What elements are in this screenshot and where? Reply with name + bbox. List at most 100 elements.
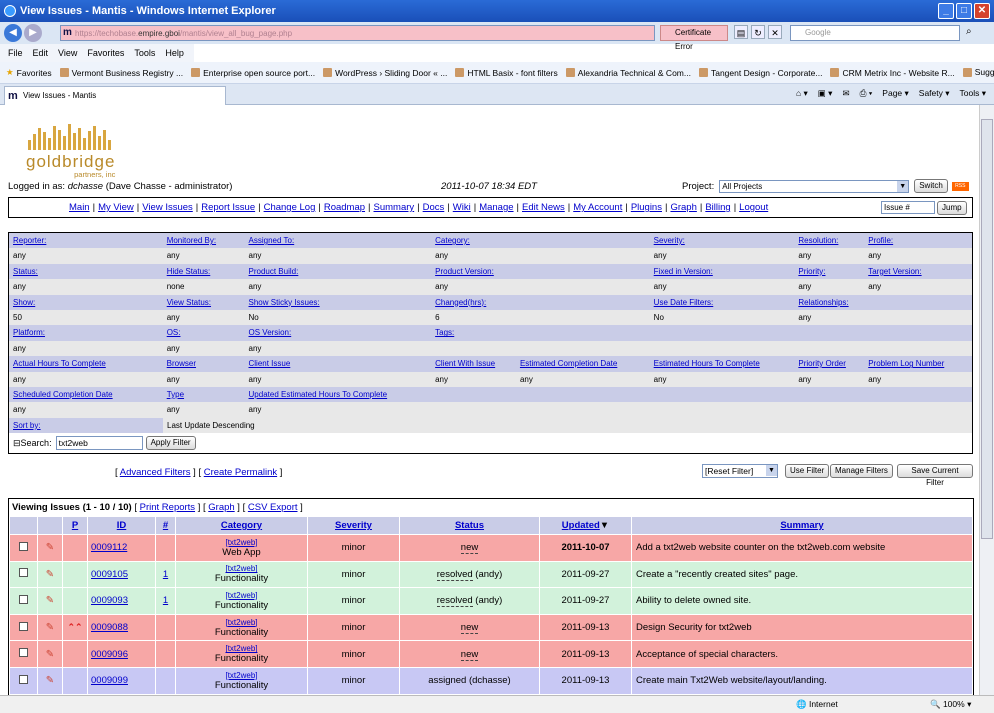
- filter-label[interactable]: View Status:: [163, 295, 245, 310]
- search-field[interactable]: txt2web: [55, 436, 143, 451]
- table-row[interactable]: ✎ 0009099 [txt2web] Functionality minor assig…: [9, 666, 973, 695]
- project-link[interactable]: [txt2web]: [225, 591, 257, 600]
- nav-my-view[interactable]: My View: [98, 202, 134, 213]
- filter-label[interactable]: Browser: [163, 356, 245, 371]
- vertical-scrollbar[interactable]: [979, 105, 994, 695]
- compat-view-icon[interactable]: ▤: [734, 25, 748, 39]
- filter-label[interactable]: Show Sticky Issues:: [245, 295, 432, 310]
- edit-pencil-icon[interactable]: ✎: [46, 622, 54, 633]
- filter-label[interactable]: Problem Log Number: [864, 356, 972, 371]
- table-row[interactable]: ✎ 0009096 [txt2web] Functionality minor new 20…: [9, 640, 973, 668]
- stop-icon[interactable]: ✕: [768, 25, 782, 39]
- home-icon[interactable]: ⌂ ▾: [796, 88, 808, 99]
- issue-id-link[interactable]: 0009093: [91, 595, 128, 606]
- column-header[interactable]: P: [62, 516, 88, 535]
- nav-roadmap[interactable]: Roadmap: [324, 202, 365, 213]
- issue-id-link[interactable]: 0009112: [91, 542, 127, 553]
- filter-label[interactable]: Changed(hrs):: [431, 295, 650, 310]
- filter-label[interactable]: Hide Status:: [163, 264, 245, 279]
- issue-id-link[interactable]: 0009096: [91, 649, 128, 660]
- menu-file[interactable]: File: [8, 48, 23, 58]
- issue-id-link[interactable]: 0009088: [91, 622, 128, 633]
- manage-filters-button[interactable]: Manage Filters: [830, 464, 893, 478]
- filter-label[interactable]: Platform:: [9, 325, 163, 340]
- row-checkbox[interactable]: [19, 594, 28, 604]
- row-checkbox[interactable]: [19, 541, 28, 551]
- tab-view-issues[interactable]: m View Issues - Mantis: [4, 86, 226, 105]
- apply-filter-button[interactable]: Apply Filter: [145, 436, 196, 451]
- filter-label[interactable]: Scheduled Completion Date: [9, 387, 163, 402]
- row-checkbox[interactable]: [19, 621, 28, 631]
- project-select[interactable]: All Projects ▼: [719, 179, 910, 193]
- filter-label[interactable]: Product Build:: [245, 264, 432, 279]
- menu-help[interactable]: Help: [165, 48, 184, 58]
- toolbar-safety-menu[interactable]: Safety ▾: [919, 88, 950, 99]
- menu-view[interactable]: View: [58, 48, 77, 58]
- filter-label[interactable]: Monitored By:: [163, 233, 245, 248]
- favorite-link[interactable]: CRM Metrix Inc - Website R...: [830, 67, 955, 78]
- forward-icon[interactable]: ▶: [24, 24, 42, 42]
- edit-pencil-icon[interactable]: ✎: [46, 569, 54, 580]
- nav-wiki[interactable]: Wiki: [453, 202, 471, 213]
- filter-label[interactable]: Category:: [431, 233, 650, 248]
- toolbar-tools-menu[interactable]: Tools ▾: [960, 88, 986, 99]
- filter-label[interactable]: Product Version:: [431, 264, 650, 279]
- filter-label[interactable]: Assigned To:: [245, 233, 432, 248]
- menu-tools[interactable]: Tools: [134, 48, 155, 58]
- menu-favorites[interactable]: Favorites: [87, 48, 124, 58]
- issue-id-link[interactable]: 0009105: [91, 569, 128, 580]
- print-icon[interactable]: ⎙ ▾: [860, 88, 873, 99]
- edit-pencil-icon[interactable]: ✎: [46, 649, 54, 660]
- favorite-link[interactable]: Enterprise open source port...: [191, 67, 315, 78]
- search-icon[interactable]: ⌕: [966, 26, 972, 37]
- favorite-link[interactable]: Tangent Design - Corporate...: [698, 67, 822, 78]
- filter-label[interactable]: OS:: [163, 325, 245, 340]
- nav-edit-news[interactable]: Edit News: [522, 202, 565, 213]
- notes-count-link[interactable]: 1: [163, 569, 168, 580]
- nav-docs[interactable]: Docs: [423, 202, 445, 213]
- nav-main[interactable]: Main: [69, 202, 90, 213]
- nav-billing[interactable]: Billing: [705, 202, 730, 213]
- favorite-link[interactable]: Suggested Sites ▾: [962, 67, 994, 78]
- favorites-button[interactable]: ★ Favorites: [6, 67, 52, 78]
- certificate-error-button[interactable]: Certificate Error: [660, 25, 728, 51]
- filter-label[interactable]: Show:: [9, 295, 163, 310]
- filter-label[interactable]: Reporter:: [9, 233, 163, 248]
- filter-label[interactable]: Updated Estimated Hours To Complete: [245, 387, 432, 402]
- nav-manage[interactable]: Manage: [479, 202, 513, 213]
- notes-count-link[interactable]: 1: [163, 595, 168, 606]
- advanced-filters-link[interactable]: Advanced Filters: [120, 467, 191, 478]
- filter-label[interactable]: Fixed in Version:: [650, 264, 795, 279]
- nav-summary[interactable]: Summary: [374, 202, 415, 213]
- favorite-link[interactable]: Vermont Business Registry ...: [59, 67, 183, 78]
- project-link[interactable]: [txt2web]: [225, 538, 257, 547]
- table-row[interactable]: ✎ ⌃⌃ 0009088 [txt2web] Functionality minor new…: [9, 613, 973, 642]
- filter-label[interactable]: Client Issue: [245, 356, 432, 371]
- switch-button[interactable]: Switch: [914, 179, 948, 193]
- filter-label[interactable]: Estimated Hours To Complete: [650, 356, 795, 371]
- feeds-icon[interactable]: ▣ ▾: [818, 88, 833, 99]
- nav-logout[interactable]: Logout: [739, 202, 768, 213]
- nav-my-account[interactable]: My Account: [573, 202, 622, 213]
- reset-filter-select[interactable]: [Reset Filter] ▼: [702, 464, 778, 478]
- nav-report-issue[interactable]: Report Issue: [201, 202, 255, 213]
- url-field[interactable]: m https://techobase. empire.gboi/mantis/vi…: [60, 25, 655, 41]
- edit-pencil-icon[interactable]: ✎: [46, 595, 54, 606]
- filter-label[interactable]: Status:: [9, 264, 163, 279]
- jump-button[interactable]: Jump: [937, 201, 967, 215]
- column-header[interactable]: ID: [87, 516, 156, 535]
- filter-label[interactable]: Actual Hours To Complete: [9, 356, 163, 371]
- filter-label[interactable]: Client With Issue: [431, 356, 516, 371]
- column-header[interactable]: Category: [175, 516, 308, 535]
- create-permalink-link[interactable]: Create Permalink: [204, 467, 277, 478]
- zoom-level[interactable]: 🔍 100% ▾: [930, 699, 971, 710]
- filter-label[interactable]: Profile:: [864, 233, 972, 248]
- row-checkbox[interactable]: [19, 648, 28, 658]
- column-header[interactable]: #: [155, 516, 176, 535]
- filter-label[interactable]: Resolution:: [794, 233, 864, 248]
- filter-label[interactable]: Priority:: [794, 264, 864, 279]
- nav-view-issues[interactable]: View Issues: [142, 202, 193, 213]
- nav-graph[interactable]: Graph: [670, 202, 696, 213]
- refresh-icon[interactable]: ↻: [751, 25, 765, 39]
- edit-pencil-icon[interactable]: ✎: [46, 675, 54, 686]
